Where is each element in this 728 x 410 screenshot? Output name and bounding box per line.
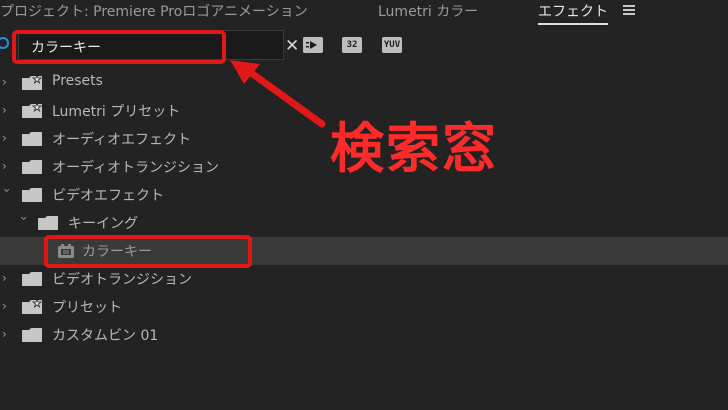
- tree-item-keying[interactable]: › キーイング: [0, 209, 728, 237]
- tab-lumetri-color[interactable]: Lumetri カラー: [378, 1, 478, 21]
- panel-tab-bar: プロジェクト: Premiere Proロゴアニメーション Lumetri カラ…: [0, 0, 728, 25]
- tree-item-label: カスタムビン 01: [52, 328, 159, 344]
- accelerated-effects-icon[interactable]: [303, 37, 323, 53]
- folder-icon: [38, 216, 58, 230]
- chevron-right-icon[interactable]: ›: [2, 159, 14, 173]
- tree-item-label: Presets: [52, 73, 103, 89]
- panel-menu-icon[interactable]: [623, 5, 635, 15]
- selected-effect-highlight-box: [44, 235, 252, 268]
- tree-item-presets-jp[interactable]: › プリセット: [0, 293, 728, 321]
- tree-item-video-effects[interactable]: › ビデオエフェクト: [0, 181, 728, 209]
- star-folder-icon: [22, 299, 42, 314]
- tree-item-label: オーディオエフェクト: [52, 132, 192, 148]
- tree-item-label: Lumetri プリセット: [52, 104, 181, 120]
- search-icon: [0, 37, 9, 49]
- tree-item-label: オーディオトランジション: [52, 160, 220, 176]
- tab-effects[interactable]: エフェクト: [538, 1, 608, 25]
- chevron-right-icon[interactable]: ›: [2, 103, 14, 117]
- tree-item-label: キーイング: [68, 216, 138, 232]
- chevron-right-icon[interactable]: ›: [2, 271, 14, 285]
- 32bit-effects-icon[interactable]: 32: [342, 37, 362, 53]
- tree-item-video-transitions[interactable]: › ビデオトランジション: [0, 265, 728, 293]
- tree-item-label: ビデオトランジション: [52, 272, 192, 288]
- callout-arrow: [230, 60, 326, 128]
- clear-search-button[interactable]: ✕: [285, 38, 299, 55]
- chevron-down-icon[interactable]: ›: [17, 216, 31, 228]
- folder-icon: [22, 272, 42, 286]
- folder-icon: [22, 188, 42, 202]
- search-highlight-box: [12, 30, 226, 64]
- folder-icon: [22, 160, 42, 174]
- chevron-right-icon[interactable]: ›: [2, 327, 14, 341]
- tree-item-label: プリセット: [52, 300, 122, 316]
- yuv-effects-icon[interactable]: YUV: [382, 37, 402, 53]
- folder-icon: [22, 132, 42, 146]
- chevron-down-icon[interactable]: ›: [0, 188, 14, 200]
- star-folder-icon: [22, 75, 42, 90]
- chevron-right-icon[interactable]: ›: [2, 299, 14, 313]
- tree-item-presets[interactable]: › Presets: [0, 69, 728, 97]
- tab-project[interactable]: プロジェクト: Premiere Proロゴアニメーション: [0, 1, 308, 21]
- chevron-right-icon[interactable]: ›: [2, 131, 14, 145]
- tree-item-label: ビデオエフェクト: [52, 188, 164, 204]
- star-folder-icon: [22, 103, 42, 118]
- tree-item-custom-bin[interactable]: › カスタムビン 01: [0, 321, 728, 349]
- chevron-right-icon[interactable]: ›: [2, 75, 14, 89]
- annotation-label: 検索窓: [330, 117, 498, 180]
- folder-icon: [22, 328, 42, 342]
